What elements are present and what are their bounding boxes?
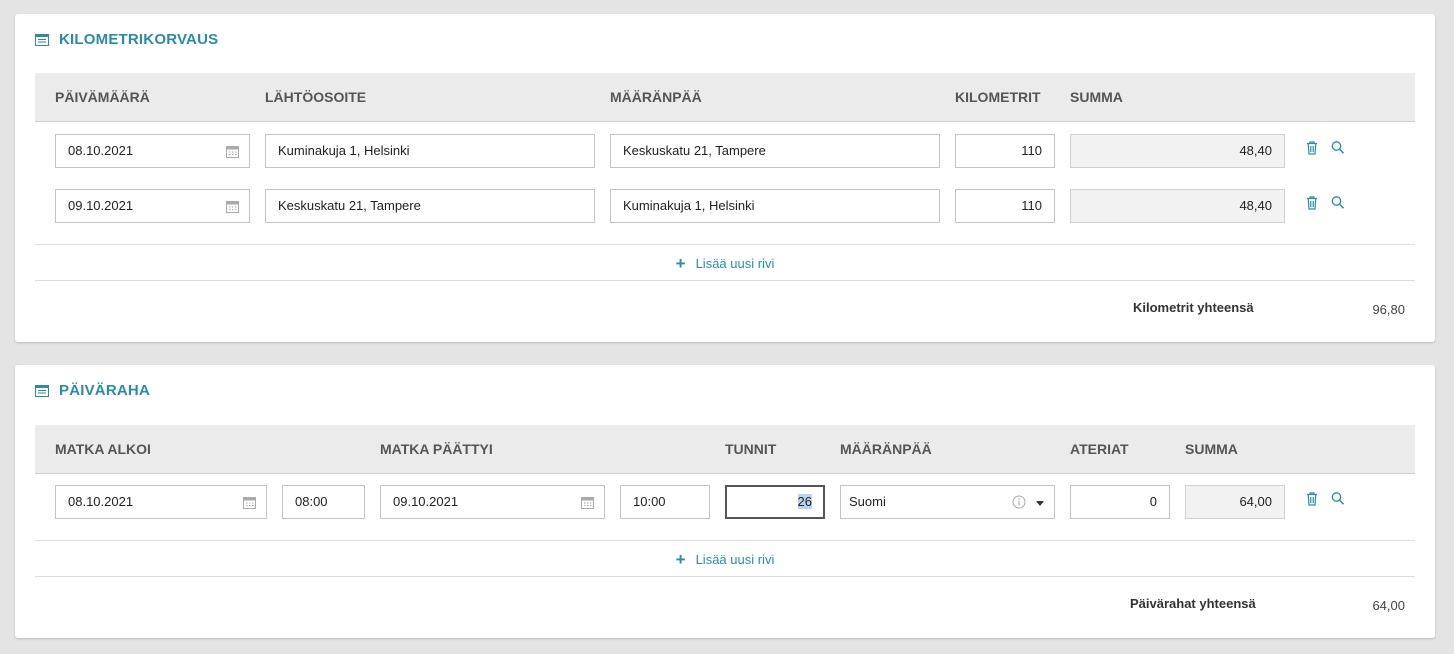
calendar-icon[interactable] — [243, 496, 256, 509]
per-diem-card: PÄIVÄRAHA MATKA ALKOI MATKA PÄÄTTYI TUNN… — [15, 365, 1435, 638]
per-diem-table-header: MATKA ALKOI MATKA PÄÄTTYI TUNNIT MÄÄRÄNP… — [35, 425, 1415, 474]
header-meals: ATERIAT — [1070, 441, 1129, 457]
divider — [35, 280, 1415, 281]
origin-input[interactable]: Kuminakuja 1, Helsinki — [265, 134, 595, 168]
per-diem-title: PÄIVÄRAHA — [35, 382, 150, 399]
start-date-value: 08.10.2021 — [68, 494, 134, 509]
divider — [35, 244, 1415, 245]
date-input[interactable]: 09.10.2021 — [55, 189, 250, 223]
mileage-card: KILOMETRIKORVAUS PÄIVÄMÄÄRÄ LÄHTÖOSOITE … — [15, 14, 1435, 342]
destination-value: Suomi — [849, 494, 886, 509]
add-row-button[interactable]: + Lisää uusi rivi — [35, 550, 1415, 570]
header-origin: LÄHTÖOSOITE — [265, 89, 367, 105]
kilometers-input[interactable]: 110 — [955, 134, 1055, 168]
date-value: 09.10.2021 — [68, 198, 134, 213]
destination-input[interactable]: Kuminakuja 1, Helsinki — [610, 189, 940, 223]
end-date-value: 09.10.2021 — [393, 494, 459, 509]
add-row-label: Lisää uusi rivi — [695, 552, 775, 567]
per-diem-total-label: Päivärahat yhteensä — [1130, 596, 1256, 611]
hours-input[interactable]: 26 — [725, 485, 825, 519]
calendar-icon[interactable] — [226, 145, 239, 158]
divider — [35, 576, 1415, 577]
mileage-table-header: PÄIVÄMÄÄRÄ LÄHTÖOSOITE MÄÄRÄNPÄÄ KILOMET… — [35, 73, 1415, 122]
plus-icon: + — [675, 550, 686, 569]
calendar-icon[interactable] — [581, 496, 594, 509]
list-icon — [35, 384, 49, 397]
sum-field: 64,00 — [1185, 485, 1285, 519]
mileage-title: KILOMETRIKORVAUS — [35, 31, 218, 48]
caret-down-icon[interactable] — [1036, 501, 1044, 506]
end-date-input[interactable]: 09.10.2021 — [380, 485, 605, 519]
start-time-input[interactable]: 08:00 — [282, 485, 365, 519]
search-icon[interactable] — [1331, 140, 1345, 156]
mileage-total-label: Kilometrit yhteensä — [1133, 300, 1254, 315]
end-time-input[interactable]: 10:00 — [620, 485, 710, 519]
header-kilometers: KILOMETRIT — [955, 89, 1041, 105]
destination-input[interactable]: Keskuskatu 21, Tampere — [610, 134, 940, 168]
meals-input[interactable]: 0 — [1070, 485, 1170, 519]
header-hours: TUNNIT — [725, 441, 777, 457]
list-icon — [35, 33, 49, 46]
header-destination: MÄÄRÄNPÄÄ — [610, 89, 702, 105]
header-start: MATKA ALKOI — [55, 441, 151, 457]
header-destination: MÄÄRÄNPÄÄ — [840, 441, 932, 457]
header-sum: SUMMA — [1070, 89, 1123, 105]
trash-icon[interactable] — [1305, 195, 1319, 211]
trash-icon[interactable] — [1305, 140, 1319, 156]
add-row-label: Lisää uusi rivi — [695, 256, 775, 271]
info-icon[interactable] — [1012, 495, 1026, 509]
per-diem-total-value: 64,00 — [1372, 598, 1405, 613]
header-sum: SUMMA — [1185, 441, 1238, 457]
destination-select[interactable]: Suomi — [840, 485, 1055, 519]
start-date-input[interactable]: 08.10.2021 — [55, 485, 267, 519]
search-icon[interactable] — [1331, 195, 1345, 211]
header-end: MATKA PÄÄTTYI — [380, 441, 493, 457]
sum-field: 48,40 — [1070, 189, 1285, 223]
per-diem-title-text: PÄIVÄRAHA — [59, 382, 150, 399]
plus-icon: + — [675, 254, 686, 273]
hours-value: 26 — [797, 494, 812, 509]
kilometers-input[interactable]: 110 — [955, 189, 1055, 223]
calendar-icon[interactable] — [226, 200, 239, 213]
date-value: 08.10.2021 — [68, 143, 134, 158]
trash-icon[interactable] — [1305, 491, 1319, 507]
search-icon[interactable] — [1331, 491, 1345, 507]
origin-input[interactable]: Keskuskatu 21, Tampere — [265, 189, 595, 223]
divider — [35, 540, 1415, 541]
header-date: PÄIVÄMÄÄRÄ — [55, 89, 150, 105]
add-row-button[interactable]: + Lisää uusi rivi — [35, 254, 1415, 274]
mileage-title-text: KILOMETRIKORVAUS — [59, 31, 219, 48]
sum-field: 48,40 — [1070, 134, 1285, 168]
mileage-total-value: 96,80 — [1372, 302, 1405, 317]
date-input[interactable]: 08.10.2021 — [55, 134, 250, 168]
